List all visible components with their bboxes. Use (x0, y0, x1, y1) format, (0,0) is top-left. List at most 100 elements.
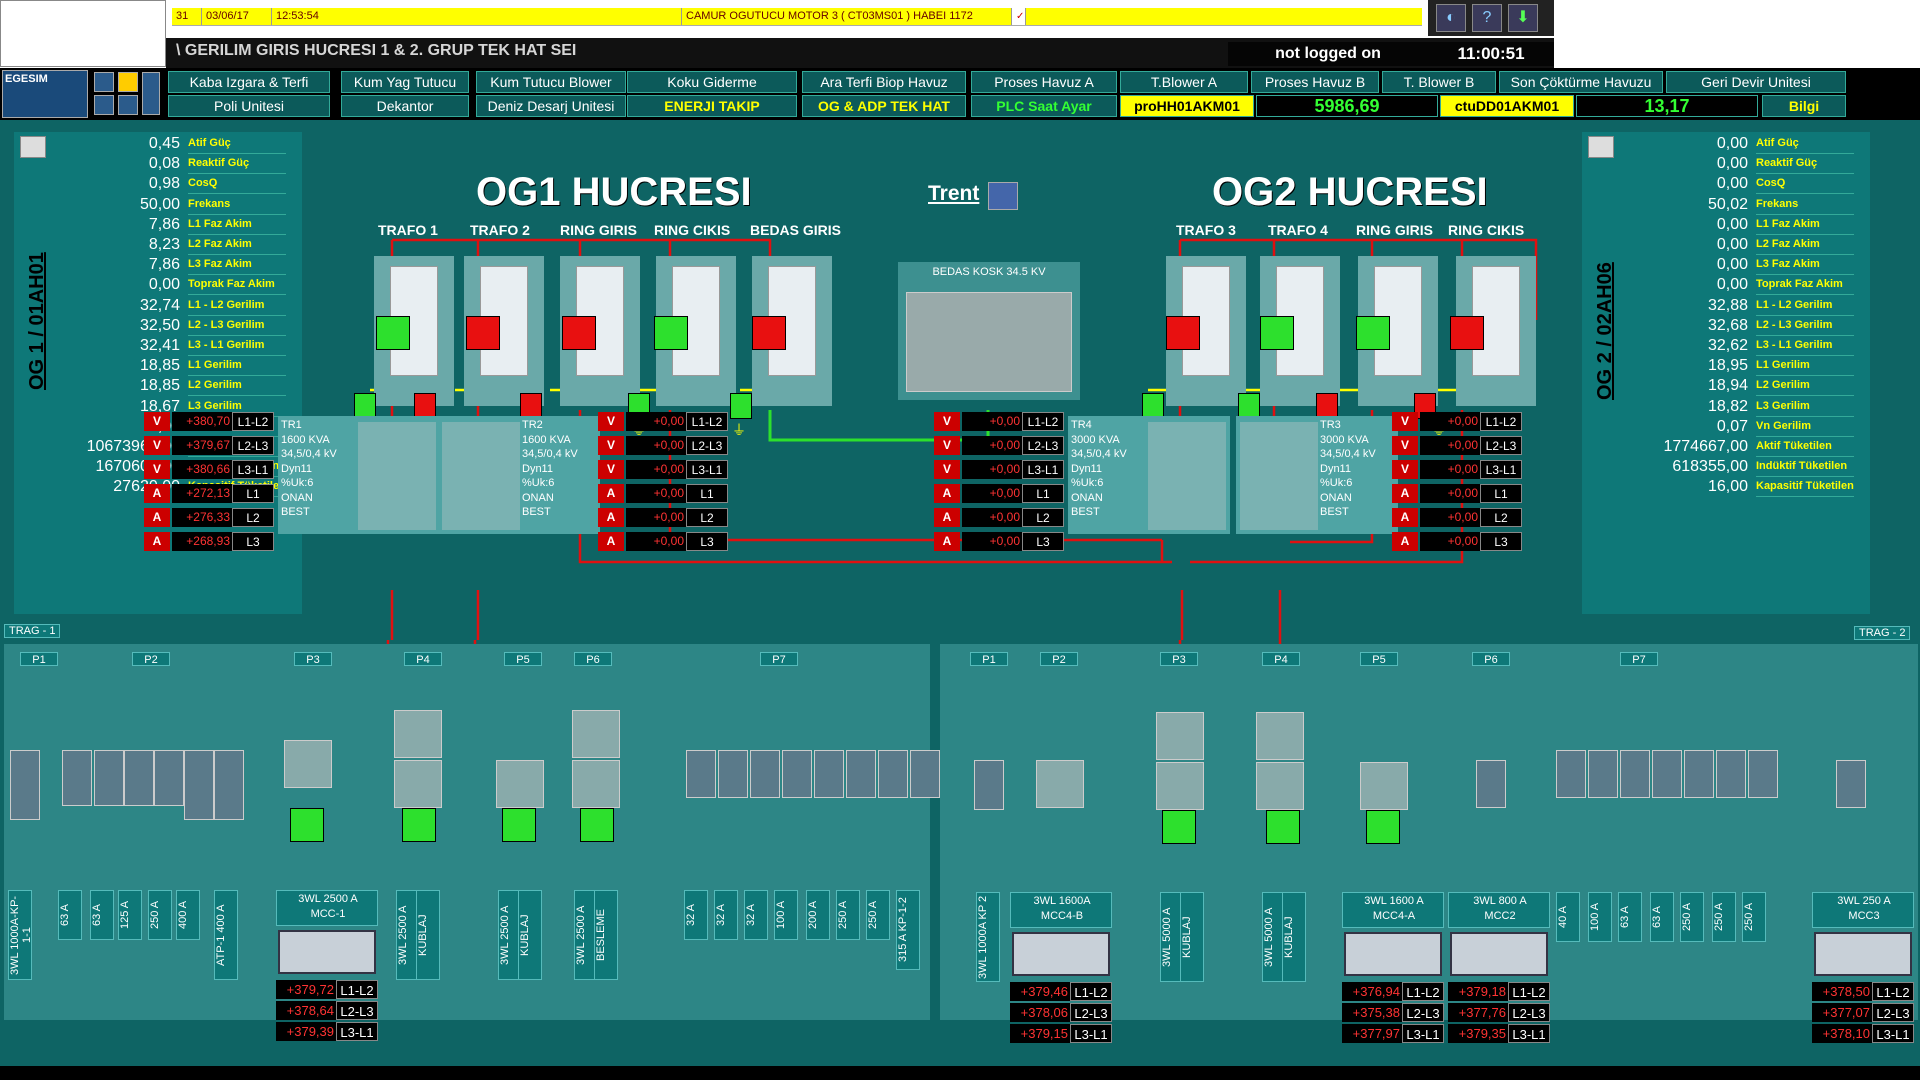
breaker-t2-p7[interactable] (1620, 750, 1650, 798)
nav-son-cokturme[interactable]: Son Çöktürme Havuzu (1499, 71, 1663, 93)
side-button-4[interactable] (118, 95, 138, 115)
mcc-device[interactable] (1344, 932, 1442, 976)
nav-kaba-izgara[interactable]: Kaba Izgara & Terfi (168, 71, 330, 93)
breaker-p7[interactable] (814, 750, 844, 798)
og2-switch-trafo3[interactable] (1166, 316, 1200, 350)
breaker-p7[interactable] (878, 750, 908, 798)
breaker-p2-3[interactable] (124, 750, 154, 806)
meter-t2-p3[interactable] (1156, 712, 1204, 760)
breaker-t2-p7[interactable] (1588, 750, 1618, 798)
help-icon[interactable]: ? (1472, 4, 1502, 32)
switch-t2-p3[interactable] (1162, 810, 1196, 844)
mcc-header[interactable]: 3WL 250 A MCC3 (1812, 892, 1914, 928)
breaker-p7[interactable] (750, 750, 780, 798)
switch-p6[interactable] (580, 808, 614, 842)
side-button-1[interactable] (94, 72, 114, 92)
nav-t-blower-a[interactable]: T.Blower A (1120, 71, 1248, 93)
nav-dekantor[interactable]: Dekantor (341, 95, 469, 117)
breaker-p2-2[interactable] (94, 750, 124, 806)
transformer-tr4[interactable]: TR4 3000 KVA 34,5/0,4 kV Dyn11 %Uk:6 ONAN BEST (1068, 416, 1230, 534)
breaker-t2-p1[interactable] (974, 760, 1004, 810)
mcc-device[interactable] (1012, 932, 1110, 976)
nav-poli-unitesi[interactable]: Poli Unitesi (168, 95, 330, 117)
og1-switch-bedas[interactable] (752, 316, 786, 350)
login-status[interactable]: not logged on (1228, 42, 1428, 66)
og1-switch-trafo1[interactable] (376, 316, 410, 350)
nav-enerji-takip[interactable]: ENERJI TAKIP (627, 95, 797, 117)
breaker-p7[interactable] (686, 750, 716, 798)
og1-switch-ring-giris[interactable] (562, 316, 596, 350)
bedas-kosk[interactable]: BEDAS KOSK 34.5 KV (898, 262, 1080, 400)
breaker-t2-p3[interactable] (1156, 762, 1204, 810)
warning-icon[interactable] (118, 72, 138, 92)
mcc-header[interactable]: 3WL 1600A MCC4-B (1010, 892, 1112, 928)
og2-switch-ring-cikis[interactable] (1450, 316, 1484, 350)
breaker-p3[interactable] (284, 740, 332, 788)
nav-geri-devir[interactable]: Geri Devir Unitesi (1666, 71, 1846, 93)
breaker-t2-p7[interactable] (1684, 750, 1714, 798)
mcc-header[interactable]: 3WL 1600 A MCC4-A (1342, 892, 1444, 928)
og1-switch-trafo2[interactable] (466, 316, 500, 350)
switch-p5[interactable] (502, 808, 536, 842)
og1-earth-switch-5[interactable] (730, 393, 752, 419)
mcc-header[interactable]: 3WL 2500 A MCC-1 (276, 890, 378, 926)
mcc-device[interactable] (278, 930, 376, 974)
breaker-p1[interactable] (10, 750, 40, 820)
nav-og-adp-tek-hat[interactable]: OG & ADP TEK HAT (802, 95, 966, 117)
breaker-t2-p7[interactable] (1716, 750, 1746, 798)
alarm-line[interactable]: 31 03/06/17 12:53:54 CAMUR OGUTUCU MOTOR… (172, 8, 1422, 25)
breaker-p2-4[interactable] (154, 750, 184, 806)
download-icon[interactable]: ⬇ (1508, 4, 1538, 32)
mcc-device[interactable] (1814, 932, 1912, 976)
breaker-p7[interactable] (846, 750, 876, 798)
nav-proses-havuz-a[interactable]: Proses Havuz A (971, 71, 1117, 93)
nav-koku-giderme[interactable]: Koku Giderme (627, 71, 797, 93)
nav-kum-yag[interactable]: Kum Yag Tutucu (341, 71, 469, 93)
breaker-p7[interactable] (718, 750, 748, 798)
info-button[interactable]: Bilgi (1762, 95, 1846, 117)
transformer-tr2[interactable]: TR2 1600 KVA 34,5/0,4 kV Dyn11 %Uk:6 ONAN BEST (438, 416, 600, 534)
og2-switch-trafo4[interactable] (1260, 316, 1294, 350)
breaker-t2-mcc3[interactable] (1836, 760, 1866, 808)
og1-switch-ring-cikis[interactable] (654, 316, 688, 350)
side-button-3[interactable] (94, 95, 114, 115)
meter-p6[interactable] (572, 710, 620, 758)
breaker-p2-5[interactable] (184, 750, 214, 820)
switch-p4[interactable] (402, 808, 436, 842)
nav-kum-tutucu-blower[interactable]: Kum Tutucu Blower (476, 71, 626, 93)
breaker-t2-p4[interactable] (1256, 762, 1304, 810)
nav-plc-saat-ayar[interactable]: PLC Saat Ayar (971, 95, 1117, 117)
meter-t2-p4[interactable] (1256, 712, 1304, 760)
tr4-meter-row: A +0,00 L2 (934, 508, 1064, 528)
nav-proses-havuz-b[interactable]: Proses Havuz B (1251, 71, 1379, 93)
breaker-t2-p7[interactable] (1748, 750, 1778, 798)
breaker-p4[interactable] (394, 760, 442, 808)
breaker-p7[interactable] (782, 750, 812, 798)
mcc-meter-value: +379,72 (276, 980, 336, 999)
breaker-p2-6[interactable] (214, 750, 244, 820)
breaker-t2-p5[interactable] (1360, 762, 1408, 810)
breaker-t2-p6[interactable] (1476, 760, 1506, 808)
mcc-header[interactable]: 3WL 800 A MCC2 (1448, 892, 1550, 928)
transformer-tr3[interactable]: TR3 3000 KVA 34,5/0,4 kV Dyn11 %Uk:6 ONAN BEST (1236, 416, 1398, 534)
switch-t2-p4[interactable] (1266, 810, 1300, 844)
nav-ara-terfi[interactable]: Ara Terfi Biop Havuz (802, 71, 966, 93)
breaker-t2-p7[interactable] (1652, 750, 1682, 798)
side-button-5[interactable] (142, 72, 160, 115)
nav-t-blower-b[interactable]: T. Blower B (1382, 71, 1496, 93)
breaker-t2-p2[interactable] (1036, 760, 1084, 808)
breaker-p5[interactable] (496, 760, 544, 808)
breaker-p6[interactable] (572, 760, 620, 808)
og2-switch-ring-giris[interactable] (1356, 316, 1390, 350)
breaker-p2-1[interactable] (62, 750, 92, 806)
breaker-t2-p7[interactable] (1556, 750, 1586, 798)
nav-deniz-desarj[interactable]: Deniz Desarj Unitesi (476, 95, 626, 117)
mcc-device[interactable] (1450, 932, 1548, 976)
transformer-tr1[interactable]: TR1 1600 KVA 34,5/0,4 kV Dyn11 %Uk:6 ONAN BEST (278, 416, 440, 534)
meter-p4[interactable] (394, 710, 442, 758)
breaker-p7[interactable] (910, 750, 940, 798)
settings-icon[interactable]: ◐ (1436, 4, 1466, 32)
alarm-ack-icon[interactable]: ✓ (1012, 8, 1026, 25)
switch-p3[interactable] (290, 808, 324, 842)
switch-t2-p5[interactable] (1366, 810, 1400, 844)
